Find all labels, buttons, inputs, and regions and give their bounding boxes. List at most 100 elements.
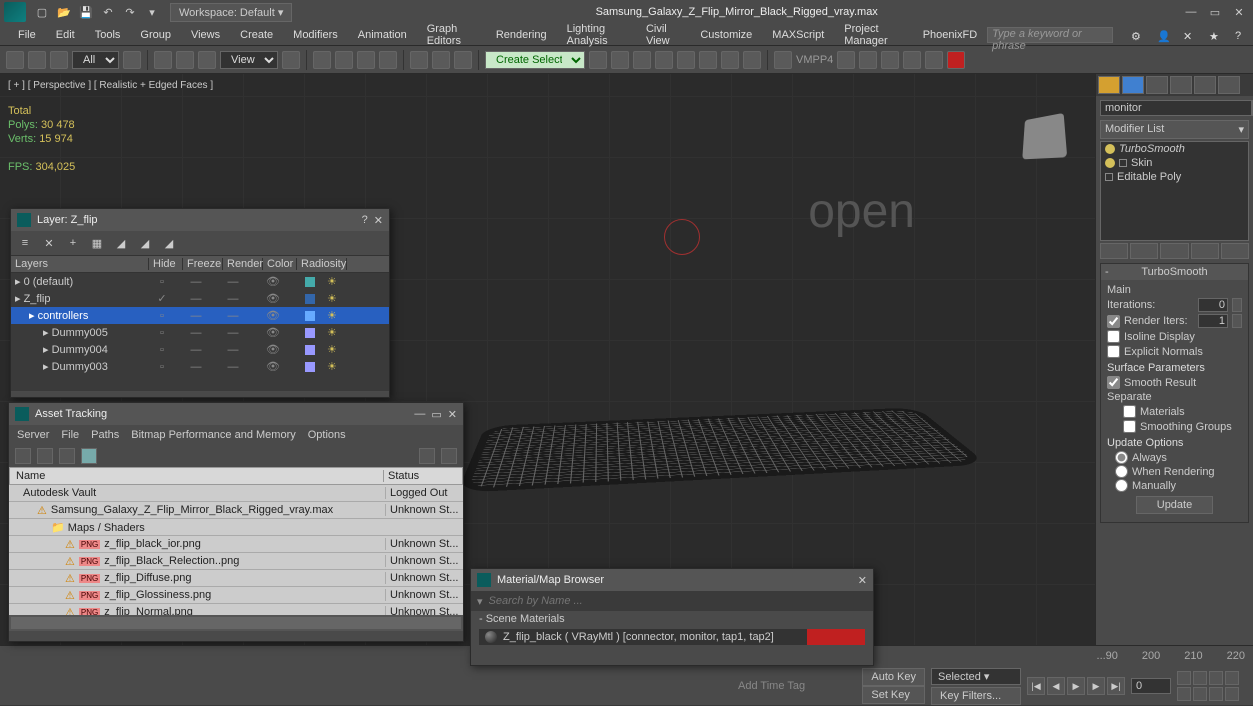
menu-rendering[interactable]: Rendering	[486, 27, 557, 43]
menu-projectmgr[interactable]: Project Manager	[834, 21, 912, 49]
orbit-icon[interactable]	[1193, 687, 1207, 701]
plugin4-icon[interactable]	[903, 51, 921, 69]
menu-modifiers[interactable]: Modifiers	[283, 27, 348, 43]
add-time-tag[interactable]: Add Time Tag	[738, 680, 805, 692]
box-icon[interactable]	[1105, 173, 1113, 181]
close-button[interactable]: ✕	[1229, 4, 1249, 20]
object-name-input[interactable]	[1100, 100, 1252, 116]
play-icon[interactable]: ▶	[1067, 677, 1085, 695]
redo-tool-icon[interactable]	[28, 51, 46, 69]
render-icon[interactable]	[721, 51, 739, 69]
max-toggle-icon[interactable]	[1209, 687, 1223, 701]
explicit-checkbox[interactable]	[1107, 345, 1120, 358]
maximize-button[interactable]: ▭	[1205, 4, 1225, 20]
show-result-icon[interactable]	[1130, 243, 1158, 259]
viewcube[interactable]	[1022, 113, 1067, 159]
keyfilters-button[interactable]: Key Filters...	[931, 687, 1021, 705]
menu-bitmap[interactable]: Bitmap Performance and Memory	[131, 429, 295, 441]
minimize-button[interactable]: —	[1181, 4, 1201, 20]
menu-customize[interactable]: Customize	[690, 27, 762, 43]
help-search-input[interactable]: Type a keyword or phrase	[987, 27, 1113, 43]
new-layer-icon[interactable]: ≡	[17, 235, 33, 251]
when-radio[interactable]	[1115, 465, 1128, 478]
layer-row[interactable]: ▸ controllers▫——👁☀	[11, 307, 389, 324]
selection-lock-icon[interactable]	[410, 51, 428, 69]
options-icon[interactable]: ▾	[477, 595, 483, 608]
list-view-icon[interactable]	[37, 448, 53, 464]
redo-icon[interactable]: ↷	[122, 4, 138, 20]
spinner-icon[interactable]	[1232, 298, 1242, 312]
vray-icon[interactable]	[774, 51, 792, 69]
create-tab[interactable]	[1098, 76, 1120, 94]
exchange-icon[interactable]: ✕	[1173, 28, 1193, 42]
menu-grapheditors[interactable]: Graph Editors	[417, 21, 486, 49]
setkey-button[interactable]: Set Key	[862, 686, 925, 704]
material-item[interactable]: Z_flip_black ( VRayMtl ) [connector, mon…	[479, 629, 865, 645]
asset-row[interactable]: ⚠PNGz_flip_Black_Relection..pngUnknown S…	[9, 553, 463, 570]
next-frame-icon[interactable]: ▶	[1087, 677, 1105, 695]
zoom-icon[interactable]	[1193, 671, 1207, 685]
render-setup-icon[interactable]	[677, 51, 695, 69]
render-prod-icon[interactable]	[743, 51, 761, 69]
selection-filter[interactable]: All	[72, 51, 119, 69]
menu-options[interactable]: Options	[308, 429, 346, 441]
grid-view-icon[interactable]	[81, 448, 97, 464]
plugin1-icon[interactable]	[837, 51, 855, 69]
schematic-icon[interactable]	[633, 51, 651, 69]
motion-tab[interactable]	[1170, 76, 1192, 94]
modify-tab[interactable]	[1122, 76, 1144, 94]
plugin2-icon[interactable]	[859, 51, 877, 69]
snap-icon[interactable]	[313, 51, 331, 69]
hierarchy-tab[interactable]	[1146, 76, 1168, 94]
asset-row[interactable]: ⚠PNGz_flip_Normal.pngUnknown St...	[9, 604, 463, 615]
layer-row[interactable]: ▸ Dummy005▫——👁☀	[11, 324, 389, 341]
menu-lighting[interactable]: Lighting Analysis	[557, 21, 636, 49]
menu-edit[interactable]: Edit	[46, 27, 85, 43]
materials-checkbox[interactable]	[1123, 405, 1136, 418]
curve-editor-icon[interactable]	[611, 51, 629, 69]
asset-window-header[interactable]: Asset Tracking —▭✕	[9, 403, 463, 425]
stack-skin[interactable]: Skin	[1131, 157, 1152, 169]
settings-icon[interactable]	[441, 448, 457, 464]
close-button[interactable]: ✕	[448, 408, 457, 421]
select-icon[interactable]	[123, 51, 141, 69]
named-selection-set[interactable]: Create Selection Se	[485, 51, 585, 69]
workspace-selector[interactable]: Workspace: Default ▾	[170, 3, 292, 22]
minimize-button[interactable]: —	[414, 408, 425, 421]
help-icon[interactable]: ?	[1225, 28, 1245, 42]
walk-icon[interactable]	[1225, 687, 1239, 701]
move-icon[interactable]	[154, 51, 172, 69]
menu-server[interactable]: Server	[17, 429, 49, 441]
stack-epoly[interactable]: Editable Poly	[1117, 171, 1181, 183]
manual-radio[interactable]	[1115, 479, 1128, 492]
remove-mod-icon[interactable]	[1191, 243, 1219, 259]
goto-end-icon[interactable]: ▶|	[1107, 677, 1125, 695]
layer-list[interactable]: ▸ 0 (default)▫——👁☀▸ Z_flip✓——👁☀▸ control…	[11, 273, 389, 391]
close-button[interactable]: ✕	[374, 214, 383, 227]
asset-row[interactable]: Autodesk VaultLogged Out	[9, 485, 463, 502]
favorites-icon[interactable]: ★	[1199, 28, 1219, 42]
tree-view-icon[interactable]	[15, 448, 31, 464]
goto-start-icon[interactable]: |◀	[1027, 677, 1045, 695]
render-frame-icon[interactable]	[699, 51, 717, 69]
display-tab[interactable]	[1194, 76, 1216, 94]
plugin3-icon[interactable]	[881, 51, 899, 69]
always-radio[interactable]	[1115, 451, 1128, 464]
viewport-label[interactable]: [ + ] [ Perspective ] [ Realistic + Edge…	[8, 80, 213, 91]
layer-window-header[interactable]: Layer: Z_flip ?✕	[11, 209, 389, 231]
layer-row[interactable]: ▸ Z_flip✓——👁☀	[11, 290, 389, 307]
asset-row[interactable]: ⚠Samsung_Galaxy_Z_Flip_Mirror_Black_Rigg…	[9, 502, 463, 519]
make-unique-icon[interactable]	[1160, 243, 1188, 259]
save-icon[interactable]: 💾	[78, 4, 94, 20]
menu-animation[interactable]: Animation	[348, 27, 417, 43]
smgroups-checkbox[interactable]	[1123, 420, 1136, 433]
angle-snap-icon[interactable]	[335, 51, 353, 69]
menu-tools[interactable]: Tools	[85, 27, 131, 43]
isoline-checkbox[interactable]	[1107, 330, 1120, 343]
rotate-icon[interactable]	[176, 51, 194, 69]
key-mode-select[interactable]: Selected ▾	[931, 668, 1021, 685]
menu-create[interactable]: Create	[230, 27, 283, 43]
freeze-layer-icon[interactable]: ◢	[161, 235, 177, 251]
material-editor-icon[interactable]	[655, 51, 673, 69]
rollout-header[interactable]: -TurboSmooth	[1101, 264, 1248, 280]
